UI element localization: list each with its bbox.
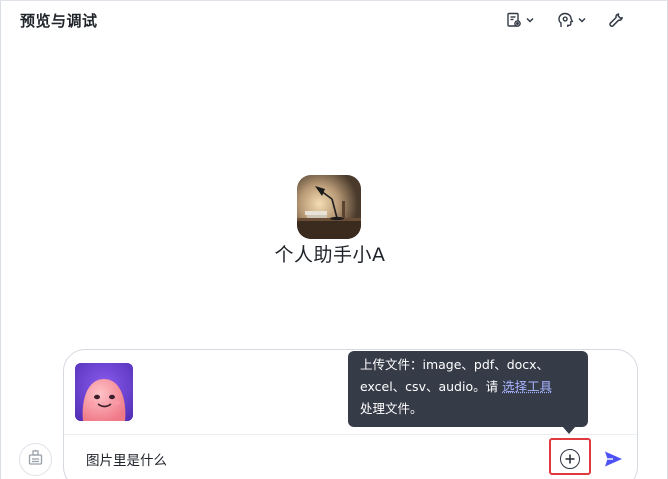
send-button[interactable] <box>602 449 624 469</box>
send-icon <box>602 451 624 473</box>
document-settings-icon <box>506 12 522 28</box>
tools-button[interactable] <box>608 8 625 32</box>
chevron-down-icon <box>577 15 587 25</box>
upload-tooltip: 上传文件：image、pdf、docx、 excel、csv、audio。请 选… <box>348 351 588 427</box>
bot-toolbox-button[interactable] <box>19 443 52 476</box>
plus-circle-icon <box>564 450 576 469</box>
tooltip-arrow <box>562 426 576 434</box>
select-tool-link[interactable]: 选择工具 <box>502 379 552 394</box>
head-gear-icon <box>557 12 574 29</box>
message-input[interactable] <box>86 449 526 469</box>
wrench-icon <box>608 12 625 29</box>
tooltip-line-3: 处理文件。 <box>360 401 423 416</box>
top-border <box>0 0 668 1</box>
tooltip-line-1: 上传文件：image、pdf、docx、 <box>360 357 550 372</box>
tooltip-line-2-text: excel、csv、audio。请 <box>360 379 503 394</box>
composer-divider <box>64 434 637 435</box>
chevron-down-icon <box>525 15 535 25</box>
bot-name: 个人助手小A <box>274 244 386 266</box>
upload-file-button[interactable] <box>560 449 580 469</box>
tooltip-line-2: excel、csv、audio。请 选择工具 <box>360 376 576 398</box>
model-settings-dropdown[interactable] <box>557 8 587 32</box>
bot-avatar <box>297 175 361 239</box>
page-title: 预览与调试 <box>20 12 98 30</box>
bot-toolbox-icon <box>27 449 44 470</box>
attachment-thumbnail[interactable] <box>75 363 133 421</box>
doc-settings-dropdown[interactable] <box>506 8 535 32</box>
